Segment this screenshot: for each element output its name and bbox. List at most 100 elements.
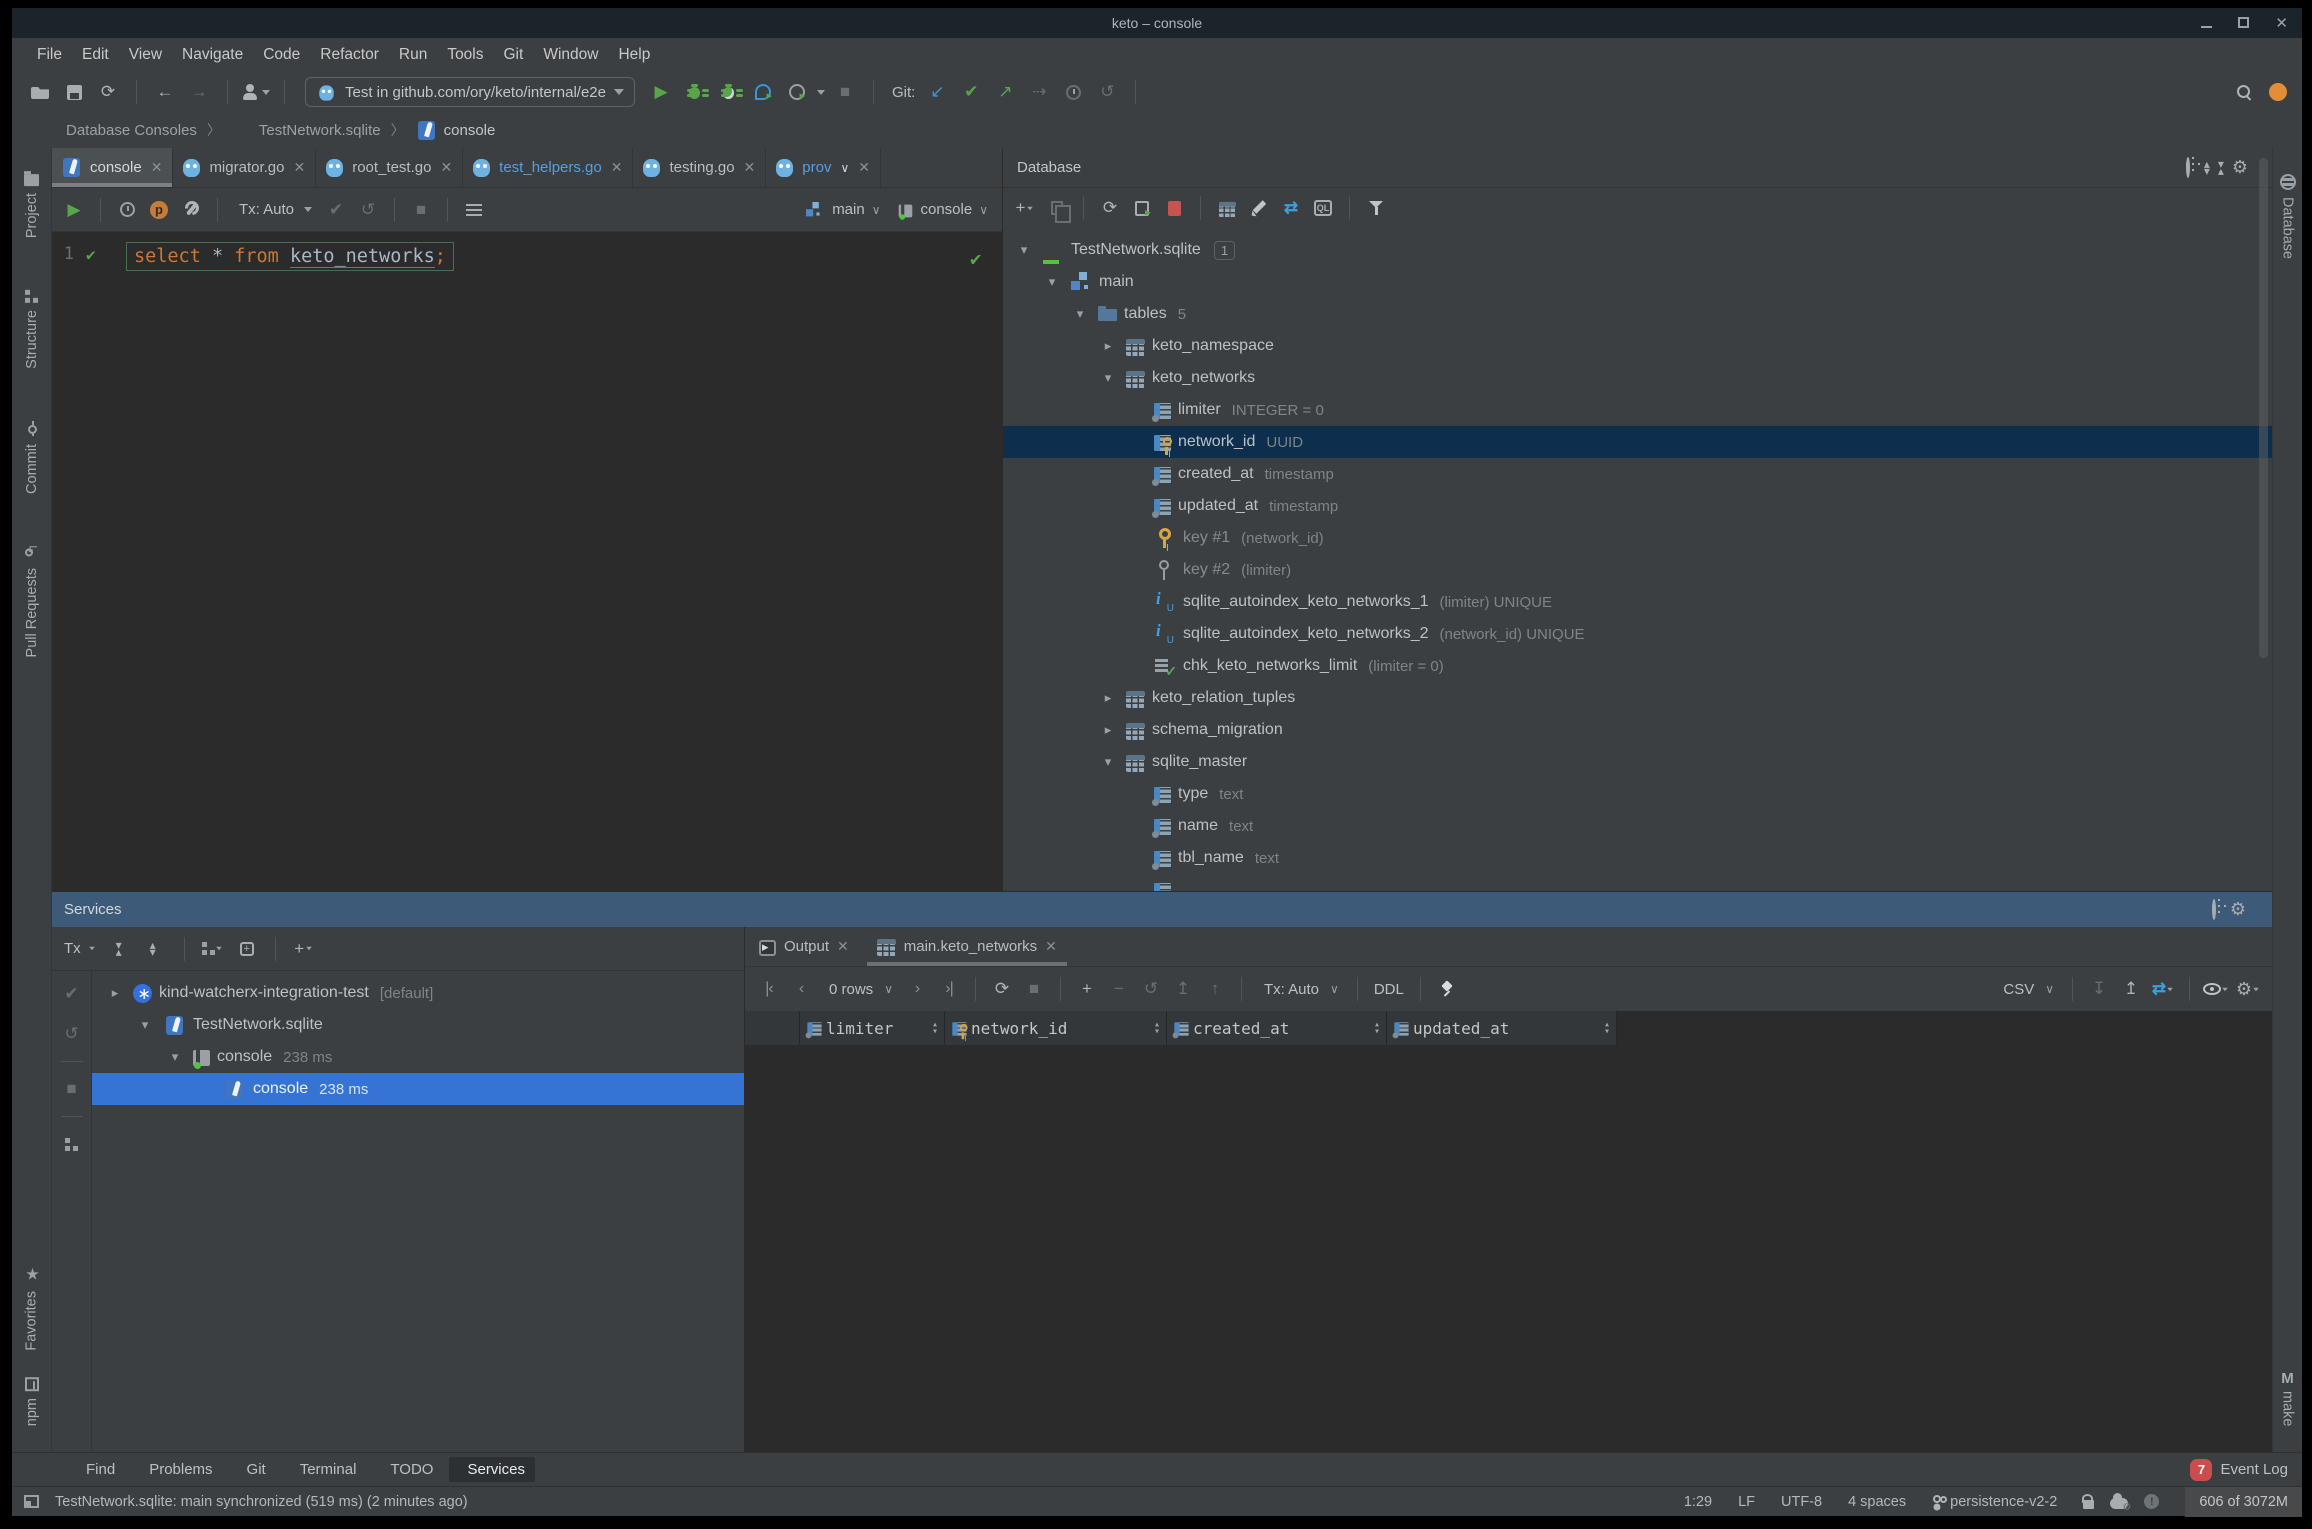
- breadcrumb-item[interactable]: console: [411, 119, 500, 142]
- add-row-button[interactable]: +: [1073, 976, 1101, 1002]
- db-tree-item[interactable]: keto_networks: [1003, 362, 2272, 394]
- search-everywhere-button[interactable]: [2230, 79, 2258, 105]
- sidebar-item-pull-requests[interactable]: Pull Requests: [24, 546, 40, 657]
- close-icon[interactable]: ✕: [837, 938, 849, 955]
- stop-red-button[interactable]: [1160, 195, 1188, 221]
- tree-chevron-icon[interactable]: [1097, 370, 1119, 386]
- rollback-tx-button[interactable]: ↺: [354, 197, 382, 223]
- git-branch-widget[interactable]: persistence-v2-2: [1932, 1494, 2057, 1510]
- profiler-button[interactable]: [749, 79, 777, 105]
- tx-mode-select[interactable]: Tx: Auto: [230, 201, 318, 218]
- ide-update-button[interactable]: [2264, 79, 2292, 105]
- import-button[interactable]: ↧: [2085, 976, 2113, 1002]
- rollback-button[interactable]: ↺: [58, 1021, 86, 1047]
- lock-icon[interactable]: [2082, 1494, 2095, 1509]
- db-tree-item[interactable]: sqlite_autoindex_keto_networks_2 (networ…: [1003, 618, 2272, 650]
- group-by-button[interactable]: [199, 936, 227, 962]
- tree-chevron-icon[interactable]: [1097, 338, 1119, 354]
- next-page-button[interactable]: ›: [903, 976, 931, 1002]
- settings-wrench-button[interactable]: [177, 197, 205, 223]
- browse-history-button[interactable]: [460, 197, 488, 223]
- db-tree-item[interactable]: schema_migration: [1003, 714, 2272, 746]
- ddl-button[interactable]: DDL: [1374, 981, 1404, 998]
- first-page-button[interactable]: |‹: [755, 976, 783, 1002]
- menu-item[interactable]: Refactor: [311, 42, 388, 68]
- back-button[interactable]: ←: [151, 79, 179, 105]
- menu-item[interactable]: Help: [609, 42, 659, 68]
- tree-chevron-icon[interactable]: [1097, 690, 1119, 706]
- open-table-button[interactable]: [1213, 195, 1241, 221]
- run-with-coverage-button[interactable]: [783, 79, 811, 105]
- menu-item[interactable]: Tools: [438, 42, 492, 68]
- reload-button[interactable]: ⟳: [988, 976, 1016, 1002]
- filter-button[interactable]: [1362, 195, 1390, 221]
- execute-button[interactable]: ▶: [60, 197, 88, 223]
- revert-button[interactable]: ↺: [1137, 976, 1165, 1002]
- jump-to-console-button[interactable]: [1128, 195, 1156, 221]
- tool-window-button[interactable]: Terminal: [282, 1457, 367, 1482]
- service-tree-item[interactable]: kind-watcherx-integration-test [default]: [92, 977, 744, 1009]
- grid-body[interactable]: [745, 1045, 2272, 1452]
- session-select[interactable]: console ∨: [891, 201, 995, 220]
- grid-settings-button[interactable]: ⚙: [2234, 976, 2262, 1002]
- file-encoding[interactable]: UTF-8: [1781, 1494, 1822, 1510]
- menu-item[interactable]: Git: [495, 42, 533, 68]
- tree-chevron-icon[interactable]: [1041, 274, 1063, 290]
- sidebar-item-commit[interactable]: Commit: [24, 421, 40, 494]
- editor-tab[interactable]: prov ∨ ✕: [766, 148, 881, 187]
- previous-page-button[interactable]: ‹: [787, 976, 815, 1002]
- db-tree-item[interactable]: updated_at timestamp: [1003, 490, 2272, 522]
- chevron-down-icon[interactable]: [816, 89, 825, 95]
- db-tree-item[interactable]: type text: [1003, 778, 2272, 810]
- menu-item[interactable]: Run: [390, 42, 436, 68]
- upload-button[interactable]: ↑: [1201, 976, 1229, 1002]
- db-tree-item[interactable]: key #1 (network_id): [1003, 522, 2272, 554]
- git-history-button[interactable]: [1059, 79, 1087, 105]
- column-header-updated-at[interactable]: updated_at ▴ ▾: [1387, 1011, 1617, 1045]
- service-tree-item[interactable]: TestNetwork.sqlite: [92, 1009, 744, 1041]
- column-header-created-at[interactable]: created_at ▴ ▾: [1167, 1011, 1387, 1045]
- sidebar-item-npm[interactable]: npm: [24, 1376, 40, 1426]
- maximize-button[interactable]: [2238, 16, 2250, 31]
- forward-button[interactable]: →: [185, 79, 213, 105]
- sql-generator-button[interactable]: QL: [1309, 195, 1337, 221]
- delete-row-button[interactable]: −: [1105, 976, 1133, 1002]
- git-push-button[interactable]: ↗: [991, 79, 1019, 105]
- git-update-button[interactable]: ↙: [923, 79, 951, 105]
- db-tree-item[interactable]: sqlite_master: [1003, 746, 2272, 778]
- tx-mode-select[interactable]: Tx: Auto ∨: [1254, 981, 1345, 998]
- tool-window-button[interactable]: TODO: [372, 1457, 443, 1482]
- breadcrumb-item[interactable]: Database Consoles: [34, 118, 201, 142]
- commit-button[interactable]: ✔: [58, 981, 86, 1007]
- add-service-view-button[interactable]: +: [233, 936, 261, 962]
- layout-toggle-icon[interactable]: [24, 1495, 39, 1508]
- last-page-button[interactable]: ›|: [935, 976, 963, 1002]
- sync-button[interactable]: ⟳: [94, 79, 122, 105]
- locate-button[interactable]: [2211, 898, 2216, 920]
- menu-item[interactable]: Edit: [73, 42, 118, 68]
- minimize-button[interactable]: [2201, 16, 2213, 31]
- history-button[interactable]: [113, 197, 141, 223]
- column-header-network-id[interactable]: network_id ▴ ▾: [945, 1011, 1167, 1045]
- db-tree-item[interactable]: [1003, 874, 2272, 891]
- duplicate-button[interactable]: [1043, 195, 1071, 223]
- debug-button[interactable]: [681, 79, 709, 105]
- notification-icon[interactable]: !: [2144, 1494, 2160, 1509]
- refresh-button[interactable]: ⟳: [1096, 195, 1124, 221]
- close-icon[interactable]: ✕: [611, 159, 623, 176]
- db-tree-item[interactable]: created_at timestamp: [1003, 458, 2272, 490]
- tree-chevron-icon[interactable]: [164, 1049, 186, 1065]
- sidebar-item-favorites[interactable]: Favorites ★: [22, 1265, 41, 1351]
- sidebar-item-database[interactable]: Database: [2279, 174, 2296, 259]
- expand-all-button[interactable]: [108, 936, 136, 962]
- panel-settings-button[interactable]: ⚙: [2232, 158, 2248, 178]
- pin-button[interactable]: [1433, 976, 1461, 1002]
- tree-chevron-icon[interactable]: [134, 1017, 156, 1033]
- line-ending[interactable]: LF: [1738, 1494, 1755, 1510]
- run-button[interactable]: ▶: [647, 79, 675, 105]
- db-tree-item[interactable]: tables 5: [1003, 298, 2272, 330]
- editor-tab[interactable]: root_test.go ∨ ✕: [316, 148, 464, 187]
- save-all-button[interactable]: [60, 79, 88, 105]
- tool-window-button[interactable]: Problems: [131, 1457, 222, 1482]
- close-icon[interactable]: ✕: [293, 159, 305, 176]
